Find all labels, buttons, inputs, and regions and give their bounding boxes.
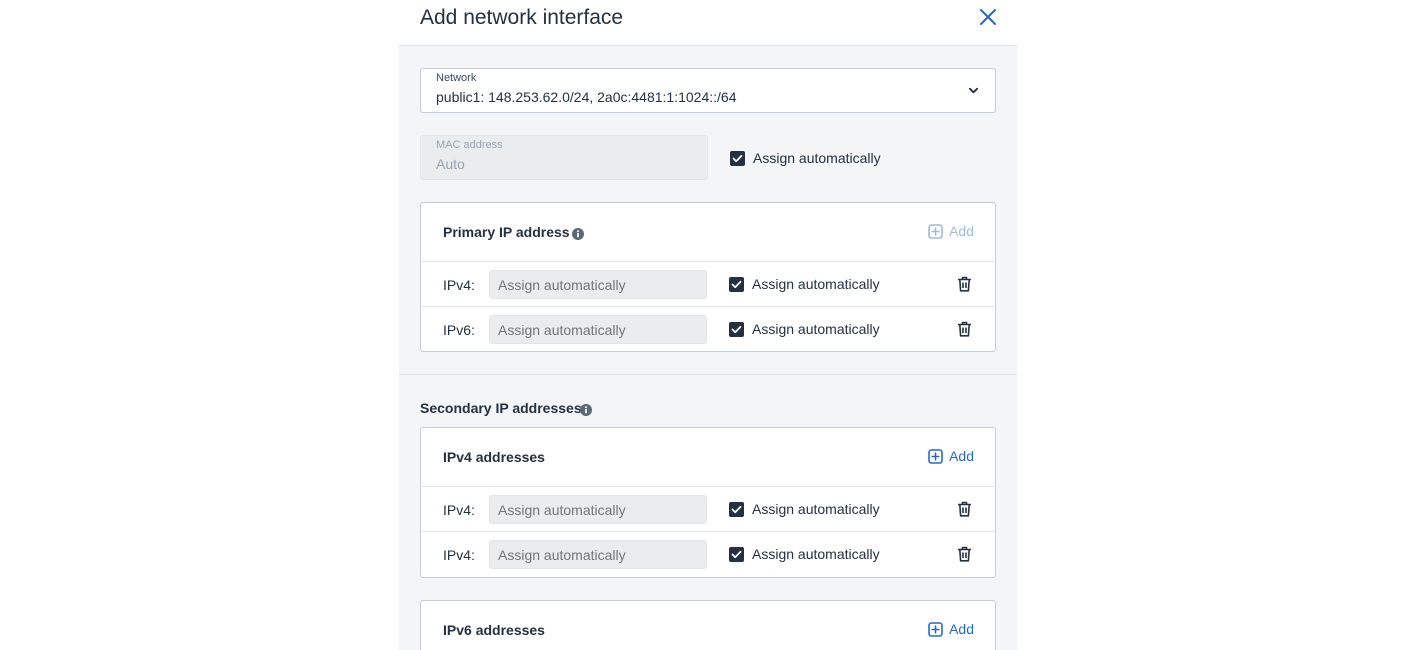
mac-address-field[interactable]: MAC address Auto xyxy=(420,135,708,180)
mac-address-label: MAC address xyxy=(436,139,503,151)
primary-ipv4-input[interactable] xyxy=(489,270,707,299)
plus-square-icon xyxy=(928,622,943,637)
trash-icon[interactable] xyxy=(957,321,972,337)
secondary-ipv4-row: IPv4: Assign automatically xyxy=(421,487,995,532)
chevron-down-icon xyxy=(968,87,979,94)
ipv4-label: IPv4: xyxy=(443,547,475,563)
ipv4-addresses-title: IPv4 addresses xyxy=(443,449,545,465)
dialog-title: Add network interface xyxy=(420,6,624,29)
ipv6-add-button[interactable]: Add xyxy=(928,621,974,638)
ipv4-label: IPv4: xyxy=(443,502,475,518)
assign-automatically-label: Assign automatically xyxy=(752,276,880,292)
trash-icon[interactable] xyxy=(957,276,972,292)
primary-ipv6-input[interactable] xyxy=(489,315,707,344)
plus-square-icon xyxy=(928,449,943,464)
primary-ip-card-header: Primary IP address Add xyxy=(421,203,995,262)
info-icon[interactable] xyxy=(572,228,584,240)
checkmark-icon xyxy=(730,151,745,166)
network-value: public1: 148.253.62.0/24, 2a0c:4481:1:10… xyxy=(436,89,737,105)
close-icon xyxy=(980,9,996,25)
mac-assign-checkbox[interactable]: Assign automatically xyxy=(730,150,881,167)
assign-automatically-label: Assign automatically xyxy=(752,546,880,562)
ipv4-add-label: Add xyxy=(949,448,974,464)
primary-ip-card: Primary IP address Add IPv4: Assign auto… xyxy=(420,202,996,352)
ipv4-addresses-card-header: IPv4 addresses Add xyxy=(421,428,995,487)
checkmark-icon xyxy=(729,502,744,517)
checkmark-icon xyxy=(729,322,744,337)
info-icon[interactable] xyxy=(580,404,592,416)
ipv6-add-label: Add xyxy=(949,621,974,637)
ipv6-addresses-title: IPv6 addresses xyxy=(443,622,545,638)
ipv6-addresses-card-header: IPv6 addresses Add xyxy=(421,601,995,650)
assign-automatically-label: Assign automatically xyxy=(752,501,880,517)
checkmark-icon xyxy=(729,277,744,292)
secondary-ipv4-input-1[interactable] xyxy=(489,495,707,524)
secondary-ipv4-input-2[interactable] xyxy=(489,540,707,569)
primary-ipv6-row: IPv6: Assign automatically xyxy=(421,307,995,352)
primary-ipv6-assign-checkbox[interactable]: Assign automatically xyxy=(729,321,880,338)
secondary-ip-title: Secondary IP addresses xyxy=(420,400,582,416)
assign-automatically-label: Assign automatically xyxy=(752,321,880,337)
ipv4-add-button[interactable]: Add xyxy=(928,448,974,465)
trash-icon[interactable] xyxy=(957,546,972,562)
primary-add-label: Add xyxy=(949,223,974,239)
section-divider xyxy=(399,374,1017,375)
mac-assign-label: Assign automatically xyxy=(753,150,881,166)
secondary-ipv4-assign-checkbox-1[interactable]: Assign automatically xyxy=(729,501,880,518)
plus-square-icon xyxy=(928,224,943,239)
checkmark-icon xyxy=(729,547,744,562)
primary-ipv4-row: IPv4: Assign automatically xyxy=(421,262,995,307)
primary-ipv4-assign-checkbox[interactable]: Assign automatically xyxy=(729,276,880,293)
network-label: Network xyxy=(436,72,477,84)
ipv6-label: IPv6: xyxy=(443,322,475,338)
network-select[interactable]: Network public1: 148.253.62.0/24, 2a0c:4… xyxy=(420,68,996,113)
dialog-header: Add network interface xyxy=(399,0,1017,46)
trash-icon[interactable] xyxy=(957,501,972,517)
mac-address-value: Auto xyxy=(436,156,465,172)
ipv6-addresses-card: IPv6 addresses Add xyxy=(420,600,996,650)
primary-add-button[interactable]: Add xyxy=(928,223,974,240)
add-network-interface-dialog: Add network interface Network public1: 1… xyxy=(399,0,1017,650)
primary-ip-title: Primary IP address xyxy=(443,224,570,240)
secondary-ipv4-row: IPv4: Assign automatically xyxy=(421,532,995,577)
ipv4-label: IPv4: xyxy=(443,277,475,293)
ipv4-addresses-card: IPv4 addresses Add IPv4: Assign automati… xyxy=(420,427,996,578)
secondary-ipv4-assign-checkbox-2[interactable]: Assign automatically xyxy=(729,546,880,563)
close-button[interactable] xyxy=(978,7,998,27)
